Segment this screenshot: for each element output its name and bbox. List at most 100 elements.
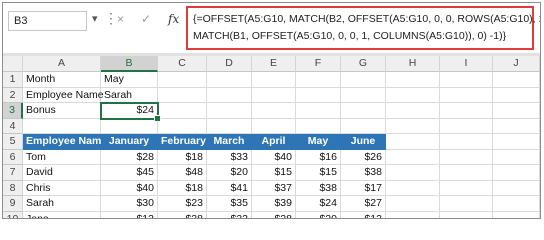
cell[interactable] — [493, 180, 540, 196]
lookup-label[interactable]: Month — [23, 72, 101, 88]
cell[interactable] — [341, 103, 386, 119]
row-header-10[interactable]: 10 — [3, 211, 23, 218]
cell[interactable] — [440, 87, 493, 103]
cell[interactable] — [158, 118, 207, 134]
formula-input[interactable]: {=OFFSET(A5:G10, MATCH(B2, OFFSET(A5:G10… — [186, 6, 540, 50]
bonus-cell[interactable]: $23 — [158, 196, 207, 212]
row-header-7[interactable]: 7 — [3, 165, 23, 181]
employee-name-cell[interactable]: Chris — [23, 180, 101, 196]
bonus-cell[interactable]: $41 — [207, 180, 252, 196]
row-header-1[interactable]: 1 — [3, 72, 23, 88]
cell[interactable] — [207, 118, 252, 134]
table-header[interactable]: May — [296, 134, 341, 150]
cell[interactable] — [207, 87, 252, 103]
cancel-icon[interactable]: × — [117, 12, 124, 26]
bonus-cell[interactable]: $48 — [158, 165, 207, 181]
lookup-value[interactable]: Sarah — [101, 87, 158, 103]
cell[interactable] — [493, 118, 540, 134]
bonus-cell[interactable]: $35 — [207, 196, 252, 212]
cell[interactable] — [493, 87, 540, 103]
table-header[interactable]: April — [252, 134, 296, 150]
bonus-cell[interactable]: $26 — [341, 149, 386, 165]
row-header-9[interactable]: 9 — [3, 196, 23, 212]
cell[interactable] — [296, 103, 341, 119]
bonus-cell[interactable]: $15 — [296, 165, 341, 181]
cell[interactable] — [440, 211, 493, 218]
cell[interactable] — [493, 196, 540, 212]
name-box[interactable]: B3 — [8, 11, 87, 31]
row-header-6[interactable]: 6 — [3, 149, 23, 165]
bonus-cell[interactable]: $17 — [341, 180, 386, 196]
lookup-label[interactable]: Bonus — [23, 103, 101, 119]
cell[interactable] — [101, 118, 158, 134]
cell[interactable] — [386, 196, 440, 212]
cell[interactable] — [440, 149, 493, 165]
fill-handle[interactable] — [154, 114, 161, 122]
bonus-cell[interactable]: $38 — [341, 165, 386, 181]
cell[interactable] — [440, 118, 493, 134]
bonus-cell[interactable]: $16 — [296, 149, 341, 165]
cell[interactable] — [493, 211, 540, 218]
row-header-2[interactable]: 2 — [3, 87, 23, 103]
bonus-cell[interactable]: $18 — [158, 149, 207, 165]
cell[interactable] — [386, 211, 440, 218]
cell[interactable] — [440, 180, 493, 196]
column-header-d[interactable]: D — [207, 56, 252, 72]
cell[interactable] — [341, 118, 386, 134]
column-header-h[interactable]: H — [386, 56, 440, 72]
row-header-8[interactable]: 8 — [3, 180, 23, 196]
column-header-j[interactable]: J — [493, 56, 540, 72]
bonus-cell[interactable]: $38 — [296, 180, 341, 196]
cell[interactable] — [252, 87, 296, 103]
employee-name-cell[interactable]: Jane — [23, 211, 101, 218]
cell[interactable] — [440, 103, 493, 119]
cell[interactable] — [252, 72, 296, 88]
bonus-cell[interactable]: $40 — [101, 180, 158, 196]
column-header-g[interactable]: G — [341, 56, 386, 72]
cell[interactable] — [386, 72, 440, 88]
bonus-result-cell[interactable]: $24 — [100, 102, 159, 120]
employee-name-cell[interactable]: Sarah — [23, 196, 101, 212]
table-header[interactable]: January — [101, 134, 158, 150]
employee-name-cell[interactable]: David — [23, 165, 101, 181]
cell[interactable] — [493, 134, 540, 150]
cell[interactable] — [440, 134, 493, 150]
table-header[interactable]: February — [158, 134, 207, 150]
bonus-cell[interactable]: $28 — [158, 211, 207, 218]
lookup-label[interactable]: Employee Name — [23, 87, 104, 103]
bonus-cell[interactable]: $39 — [252, 196, 296, 212]
bonus-cell[interactable]: $20 — [207, 165, 252, 181]
insert-function-icon[interactable]: fx — [168, 12, 179, 26]
cell[interactable] — [386, 87, 440, 103]
row-header-3[interactable]: 3 — [3, 103, 23, 119]
column-header-i[interactable]: I — [440, 56, 493, 72]
select-all-corner[interactable] — [3, 56, 23, 72]
lookup-value[interactable]: May — [101, 72, 158, 88]
cell[interactable] — [341, 87, 386, 103]
cell[interactable] — [440, 165, 493, 181]
cell[interactable] — [296, 87, 341, 103]
cell[interactable] — [207, 103, 252, 119]
cell[interactable] — [158, 72, 207, 88]
cell[interactable] — [386, 149, 440, 165]
cell[interactable] — [341, 72, 386, 88]
cell[interactable] — [296, 118, 341, 134]
bonus-cell[interactable]: $24 — [296, 196, 341, 212]
row-header-5[interactable]: 5 — [3, 134, 23, 150]
employee-name-cell[interactable]: Tom — [23, 149, 101, 165]
bonus-cell[interactable]: $12 — [341, 211, 386, 218]
bonus-cell[interactable]: $15 — [252, 165, 296, 181]
cell[interactable] — [386, 134, 440, 150]
cell[interactable] — [158, 103, 207, 119]
bonus-cell[interactable]: $20 — [296, 211, 341, 218]
bonus-cell[interactable]: $33 — [207, 149, 252, 165]
bonus-cell[interactable]: $18 — [158, 180, 207, 196]
bonus-cell[interactable]: $28 — [252, 211, 296, 218]
enter-icon[interactable]: ✓ — [141, 12, 151, 26]
cell[interactable] — [386, 165, 440, 181]
cell[interactable] — [386, 103, 440, 119]
cell[interactable] — [207, 72, 252, 88]
cell[interactable] — [252, 118, 296, 134]
table-header[interactable]: March — [207, 134, 252, 150]
chevron-down-icon[interactable]: ▾ — [92, 12, 98, 25]
